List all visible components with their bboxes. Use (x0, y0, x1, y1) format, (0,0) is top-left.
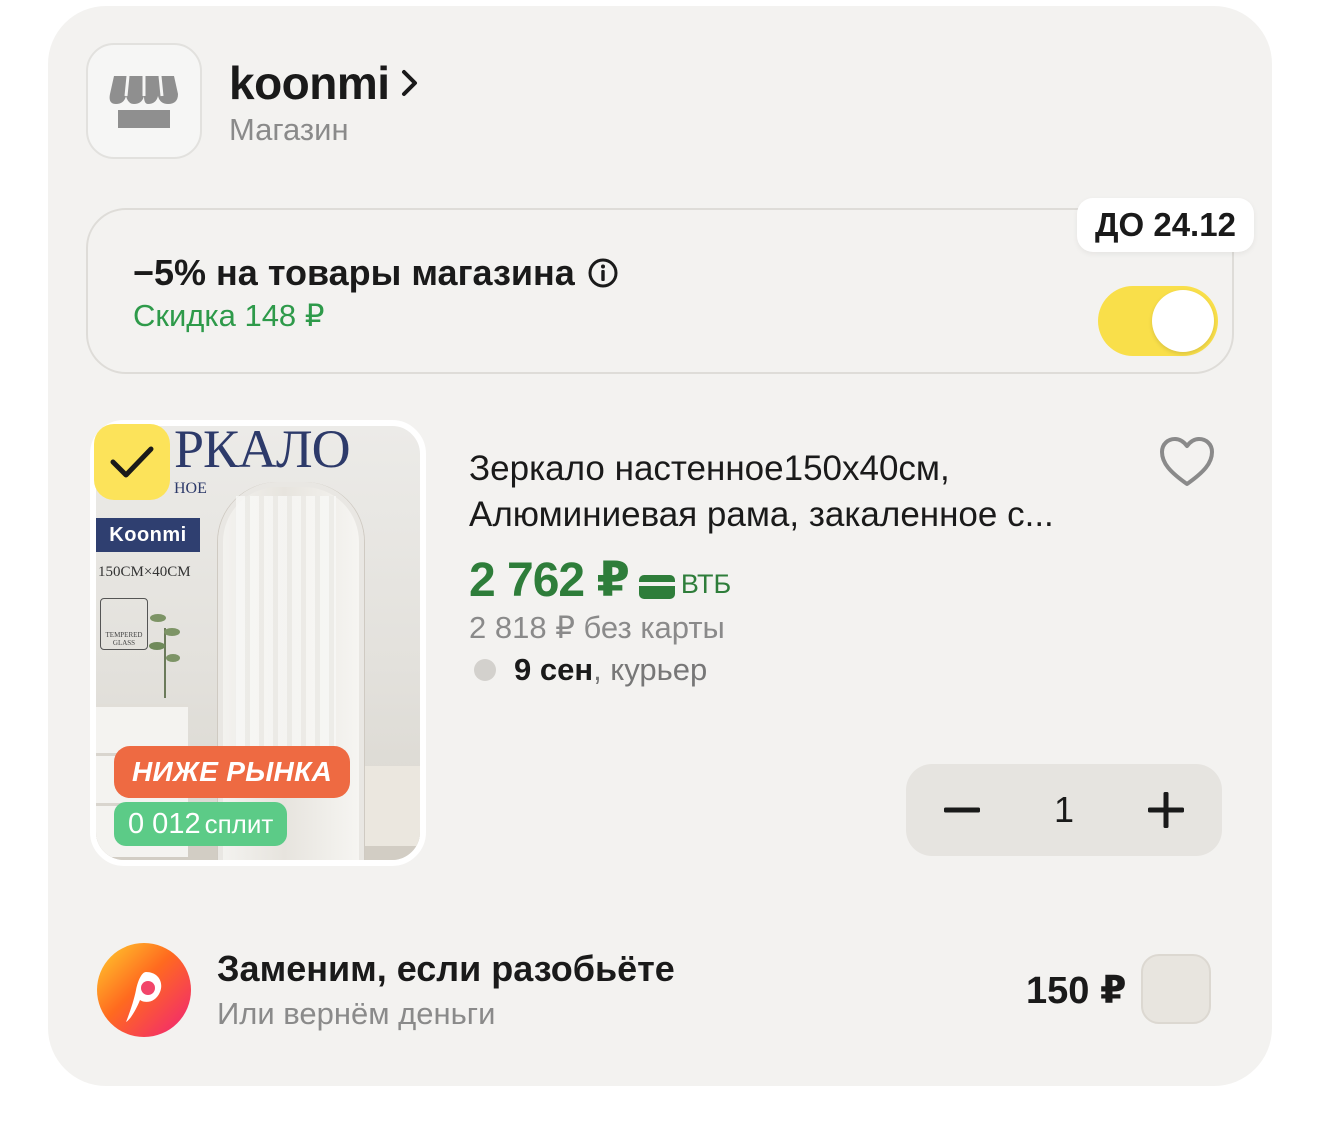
image-glass-label: TEMPERED GLASS (100, 598, 148, 650)
shop-name-link[interactable]: koonmi (229, 56, 420, 110)
promo-discount: Скидка 148 ₽ (133, 298, 325, 333)
promo-toggle[interactable] (1098, 286, 1218, 356)
bank-card-label: ВТБ (638, 568, 732, 600)
delivery-date: 9 сен (514, 652, 594, 687)
plus-icon[interactable] (1146, 790, 1186, 830)
quantity-value: 1 (1053, 789, 1075, 830)
insurance-title: Заменим, если разобьёте (217, 948, 675, 989)
insurance-subtitle: Или вернём деньги (217, 996, 496, 1031)
image-heading: РКАЛО (174, 420, 351, 479)
split-badge: 0 012 сплит (114, 802, 288, 846)
promo-title-row: −5% на товары магазина (133, 252, 619, 294)
promo-deadline-badge: ДО 24.12 (1077, 198, 1254, 252)
delivery-info: 9 сен, курьер (474, 652, 707, 688)
heart-icon[interactable] (1158, 436, 1216, 488)
price-without-card: 2 818 ₽ без карты (469, 610, 725, 645)
chevron-right-icon (401, 70, 417, 96)
insurance-checkbox[interactable] (1141, 954, 1211, 1024)
product-select-checkbox[interactable] (94, 424, 170, 500)
image-subheading: НОЕ (174, 480, 207, 497)
checkmark-icon (110, 446, 154, 478)
price-row: 2 762 ₽ ВТБ (469, 552, 731, 608)
shop-subtitle: Магазин (229, 112, 349, 147)
bank-name: ВТБ (680, 568, 732, 599)
promo-title: −5% на товары магазина (133, 252, 575, 293)
toggle-knob (1152, 290, 1214, 352)
shop-awning-icon (109, 75, 178, 128)
below-market-badge: НИЖЕ РЫНКА (114, 746, 351, 798)
insurance-logo-icon (97, 943, 191, 1037)
product-title[interactable]: Зеркало настенное150x40см, Алюминиевая р… (469, 446, 1129, 538)
shop-logo[interactable] (86, 43, 202, 159)
image-size: 150CM×40CM (98, 564, 191, 580)
image-brand: Koonmi (96, 518, 200, 552)
split-label: сплит (204, 808, 274, 839)
quantity-stepper: 1 (906, 764, 1222, 856)
product-title-line2: Алюминиевая рама, закаленное с... (469, 495, 1054, 534)
delivery-text: 9 сен, курьер (514, 652, 707, 688)
plant-icon (149, 614, 180, 698)
delivery-method: , курьер (593, 652, 708, 687)
price-with-card: 2 762 ₽ (469, 554, 630, 607)
product-title-line1: Зеркало настенное150x40см, (469, 449, 950, 488)
delivery-status-dot (474, 659, 496, 681)
insurance-price: 150 ₽ (1026, 970, 1127, 1012)
bank-card-icon (638, 575, 675, 599)
split-amount: 0 012 (128, 807, 201, 840)
shop-name: koonmi (229, 57, 390, 109)
info-icon[interactable] (587, 257, 619, 289)
minus-icon[interactable] (942, 790, 982, 830)
